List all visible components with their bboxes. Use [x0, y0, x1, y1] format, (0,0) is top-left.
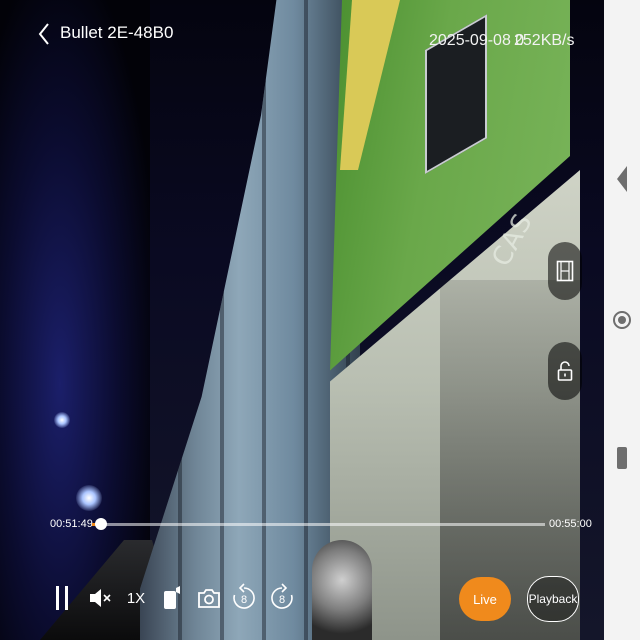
triangle-back-icon	[617, 166, 627, 192]
snapshot-button[interactable]	[195, 580, 223, 616]
unlock-icon	[557, 361, 573, 381]
timeline-scrubber[interactable]	[95, 518, 108, 530]
pause-icon	[56, 586, 68, 610]
station-light	[54, 412, 70, 428]
square-recents-icon	[617, 447, 627, 469]
video-view[interactable]: CAS	[0, 0, 604, 640]
record-button[interactable]	[158, 580, 184, 616]
clip-button[interactable]	[548, 242, 582, 300]
video-timestamp: 2025-09-08 0	[429, 32, 525, 49]
camera-icon	[198, 589, 220, 608]
playback-button[interactable]: Playback	[527, 576, 579, 622]
mute-button[interactable]	[86, 580, 114, 616]
back-button[interactable]	[34, 20, 56, 48]
forward-8-icon: 8	[271, 583, 293, 609]
circle-home-icon	[613, 311, 631, 329]
skip-back-button[interactable]: 8	[230, 580, 258, 616]
lock-button[interactable]	[548, 342, 582, 400]
wheel	[312, 540, 372, 640]
timeline-start-time: 00:51:49	[50, 518, 93, 530]
video-record-icon	[164, 586, 180, 609]
playback-speed-button[interactable]: 1X	[124, 580, 148, 616]
system-back-button[interactable]	[616, 165, 628, 198]
speaker-muted-icon	[90, 589, 111, 607]
film-strip-icon	[556, 260, 574, 282]
device-name: Bullet 2E-48B0	[60, 23, 174, 42]
bitrate-readout: 252KB/s	[514, 32, 575, 49]
station-light	[76, 485, 102, 511]
skip-forward-button[interactable]: 8	[268, 580, 296, 616]
pause-button[interactable]	[50, 580, 74, 616]
timeline-end-time: 00:55:00	[549, 518, 592, 530]
rewind-8-icon: 8	[233, 583, 255, 609]
chevron-left-icon	[38, 23, 49, 45]
system-recents-button[interactable]	[616, 446, 628, 475]
system-home-button[interactable]	[612, 306, 632, 339]
system-navigation-bar	[604, 0, 640, 640]
live-button[interactable]: Live	[459, 577, 511, 621]
skip-forward-seconds: 8	[279, 594, 285, 606]
playback-timeline[interactable]	[92, 518, 545, 530]
skip-back-seconds: 8	[241, 594, 247, 606]
